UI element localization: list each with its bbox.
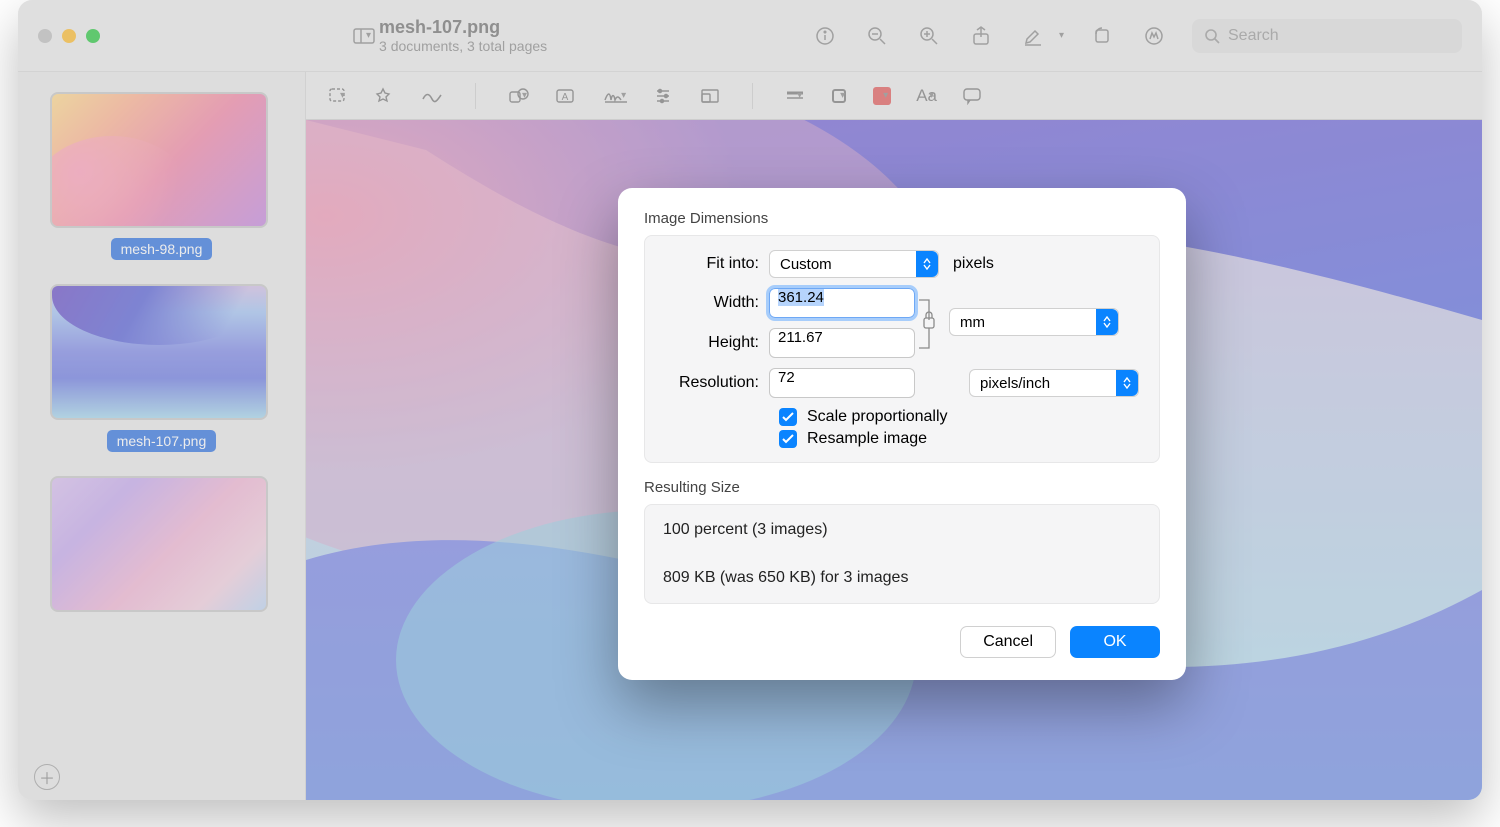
chevron-down-icon[interactable]: ▾	[366, 30, 371, 41]
height-field[interactable]: 211.67	[769, 328, 915, 358]
document-title: mesh-107.png	[379, 17, 547, 38]
select-arrows-icon	[916, 251, 938, 277]
section-title-dimensions: Image Dimensions	[644, 210, 1160, 227]
lock-aspect-icon[interactable]	[915, 288, 945, 360]
instant-alpha-icon[interactable]	[373, 81, 393, 111]
adjust-size-icon[interactable]	[700, 81, 720, 111]
text-style-icon[interactable]: Aa▾	[916, 81, 934, 111]
thumbnail-item[interactable]	[50, 476, 274, 612]
sketch-icon[interactable]	[421, 81, 443, 111]
resolution-value: 72	[778, 369, 795, 386]
height-value: 211.67	[778, 329, 823, 346]
result-percent: 100 percent (3 images)	[663, 521, 1141, 539]
document-subtitle: 3 documents, 3 total pages	[379, 38, 547, 54]
fill-color-icon[interactable]: ▾	[873, 81, 888, 111]
zoom-in-icon[interactable]	[915, 22, 943, 50]
checkmark-icon	[779, 430, 797, 448]
resulting-size-panel: 100 percent (3 images) 809 KB (was 650 K…	[644, 504, 1160, 604]
separator	[475, 83, 476, 109]
border-style-icon[interactable]: ▾	[785, 81, 802, 111]
section-title-result: Resulting Size	[644, 479, 1160, 496]
resolution-field[interactable]: 72	[769, 368, 915, 398]
resample-image-checkbox[interactable]: Resample image	[779, 430, 1143, 448]
zoom-out-icon[interactable]	[863, 22, 891, 50]
resolution-unit-select[interactable]: pixels/inch	[969, 369, 1139, 397]
width-value: 361.24	[778, 289, 824, 306]
separator	[752, 83, 753, 109]
fit-into-unit: pixels	[953, 255, 994, 273]
info-icon[interactable]	[811, 22, 839, 50]
select-arrows-icon	[1116, 370, 1138, 396]
resample-image-label: Resample image	[807, 430, 927, 448]
chevron-down-icon[interactable]: ▾	[1059, 30, 1064, 41]
fit-into-select[interactable]: Custom	[769, 250, 939, 278]
markup-icon[interactable]	[1140, 22, 1168, 50]
text-icon[interactable]: A	[555, 81, 575, 111]
search-placeholder: Search	[1228, 27, 1279, 45]
select-arrows-icon	[1096, 309, 1118, 335]
dimension-unit-select[interactable]: mm	[949, 308, 1119, 336]
border-color-icon[interactable]: ▾	[830, 81, 845, 111]
scale-proportionally-checkbox[interactable]: Scale proportionally	[779, 408, 1143, 426]
fit-into-value: Custom	[780, 256, 832, 273]
width-field[interactable]: 361.24	[769, 288, 915, 318]
preview-window: ▾ mesh-107.png 3 documents, 3 total page…	[18, 0, 1482, 800]
checkmark-icon	[779, 408, 797, 426]
thumbnail-image	[50, 476, 268, 612]
annotate-icon[interactable]	[962, 81, 982, 111]
add-page-button[interactable]: ＋	[34, 764, 60, 790]
titlebar: ▾ mesh-107.png 3 documents, 3 total page…	[18, 0, 1482, 72]
height-label: Height:	[661, 334, 769, 352]
ok-button[interactable]: OK	[1070, 626, 1160, 658]
thumbnail-label: mesh-107.png	[107, 430, 217, 452]
thumbnail-image	[50, 284, 268, 420]
scale-proportionally-label: Scale proportionally	[807, 408, 948, 426]
window-title: mesh-107.png 3 documents, 3 total pages	[379, 17, 547, 54]
adjust-color-icon[interactable]	[654, 81, 672, 111]
minimize-window-button[interactable]	[62, 29, 76, 43]
shapes-icon[interactable]: ▾	[508, 81, 527, 111]
thumbnail-sidebar: mesh-98.png mesh-107.png ＋	[18, 72, 306, 800]
traffic-lights	[38, 29, 100, 43]
dimension-unit-value: mm	[960, 314, 985, 331]
resolution-unit-value: pixels/inch	[980, 375, 1050, 392]
result-filesize: 809 KB (was 650 KB) for 3 images	[663, 569, 1141, 587]
highlight-icon[interactable]	[1019, 22, 1047, 50]
sidebar-toggle-icon[interactable]	[350, 22, 378, 50]
thumbnail-image	[50, 92, 268, 228]
adjust-size-dialog: Image Dimensions Fit into: Custom pixels…	[618, 188, 1186, 680]
sign-icon[interactable]: ▾	[603, 81, 626, 111]
dimensions-panel: Fit into: Custom pixels Width: 361.24 He…	[644, 235, 1160, 463]
thumbnail-item[interactable]: mesh-107.png	[50, 284, 274, 452]
cancel-button[interactable]: Cancel	[960, 626, 1056, 658]
search-icon	[1204, 28, 1220, 44]
resolution-label: Resolution:	[661, 374, 769, 392]
thumbnail-label: mesh-98.png	[111, 238, 213, 260]
search-input[interactable]: Search	[1192, 19, 1462, 53]
zoom-window-button[interactable]	[86, 29, 100, 43]
svg-text:A: A	[562, 92, 569, 103]
close-window-button[interactable]	[38, 29, 52, 43]
selection-tool-icon[interactable]: ▾	[328, 81, 345, 111]
fit-into-label: Fit into:	[661, 255, 769, 273]
share-icon[interactable]	[967, 22, 995, 50]
rotate-icon[interactable]	[1088, 22, 1116, 50]
thumbnail-item[interactable]: mesh-98.png	[50, 92, 274, 260]
width-label: Width:	[661, 294, 769, 312]
